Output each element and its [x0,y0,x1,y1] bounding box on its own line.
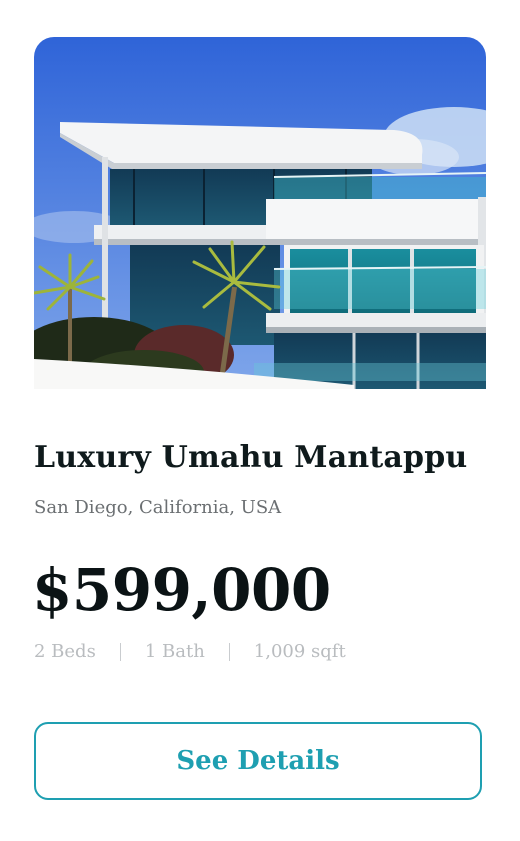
property-card: Luxury Umahu Mantappu San Diego, Califor… [0,0,520,841]
property-location: San Diego, California, USA [34,497,282,518]
beds-count: 2 Beds [34,641,96,662]
specs-divider [228,642,230,661]
property-title: Luxury Umahu Mantappu [34,440,468,475]
property-price: $599,000 [32,556,331,624]
bath-count: 1 Bath [144,641,205,662]
area-size: 1,009 sqft [253,641,346,662]
see-details-button[interactable]: See Details [34,722,482,800]
specs-divider [119,642,121,661]
property-specs: 2 Beds 1 Bath 1,009 sqft [34,641,346,662]
property-photo[interactable] [34,37,486,389]
